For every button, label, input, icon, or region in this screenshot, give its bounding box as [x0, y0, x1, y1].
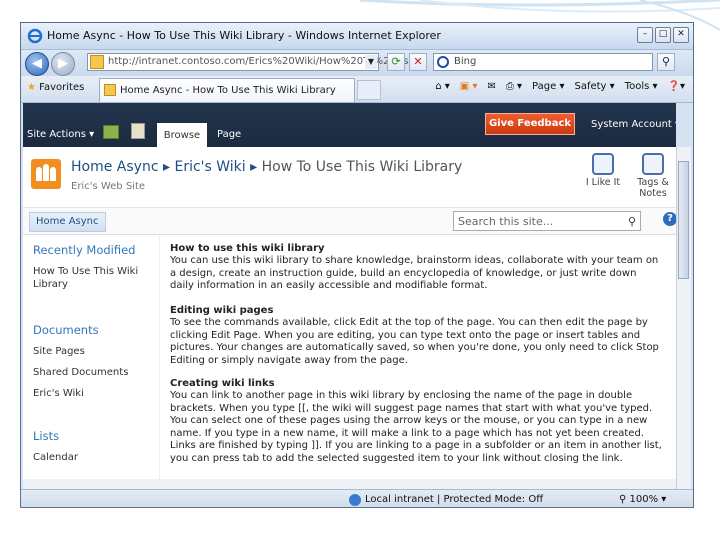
address-text: http://intranet.contoso.com/Erics%20Wiki…	[108, 56, 409, 67]
wiki-content: How to use this wiki library You can use…	[159, 235, 662, 489]
refresh-icon[interactable]: ⟳	[387, 53, 405, 71]
browser-tab[interactable]: Home Async - How To Use This Wiki Librar…	[99, 78, 355, 102]
top-navigation: Home Async Search this site... ⚲ ?	[23, 208, 676, 235]
favorites-label: Favorites	[39, 82, 85, 93]
section-heading-editing: Editing wiki pages	[170, 305, 274, 316]
address-row: ◀ ▶ http://intranet.contoso.com/Erics%20…	[21, 50, 693, 76]
minimize-button[interactable]: –	[637, 27, 653, 43]
nav-shared-documents[interactable]: Shared Documents	[33, 366, 157, 379]
tools-menu-label: Tools	[624, 81, 650, 92]
give-feedback-button[interactable]: Give Feedback	[485, 113, 575, 135]
tag-icon	[642, 153, 664, 175]
security-zone: Local intranet | Protected Mode: Off	[365, 494, 544, 505]
thumbs-up-icon	[592, 153, 614, 175]
recently-modified-heading[interactable]: Recently Modified	[33, 243, 135, 257]
favorites-button[interactable]: ★ Favorites	[27, 82, 84, 93]
navigate-up-icon[interactable]	[103, 125, 119, 139]
title-bar: Home Async - How To Use This Wiki Librar…	[21, 23, 693, 50]
browser-window: Home Async - How To Use This Wiki Librar…	[20, 22, 694, 508]
new-tab-button[interactable]	[357, 80, 381, 100]
search-icon[interactable]: ⚲	[628, 215, 636, 228]
search-go-icon[interactable]: ⚲	[657, 53, 675, 71]
vertical-scrollbar[interactable]	[676, 147, 691, 491]
nav-site-pages[interactable]: Site Pages	[33, 345, 157, 358]
safety-menu[interactable]: Safety ▾	[574, 81, 614, 92]
zoom-level[interactable]: ⚲ 100% ▾	[619, 494, 666, 505]
home-icon[interactable]: ⌂ ▾	[435, 81, 450, 92]
tools-menu[interactable]: Tools ▾	[625, 81, 658, 92]
site-search-placeholder: Search this site...	[458, 215, 554, 228]
browser-search-placeholder: Bing	[454, 56, 477, 67]
bing-icon	[437, 56, 449, 68]
nav-calendar[interactable]: Calendar	[33, 451, 157, 464]
site-search-input[interactable]: Search this site... ⚲	[453, 211, 641, 231]
crumb-home[interactable]: Home Async	[71, 159, 159, 175]
crumb-separator-icon: ▸	[250, 159, 262, 175]
paragraph-creating-links: You can link to another page in this wik…	[170, 390, 662, 464]
title-area: Home Async ▸ Eric's Wiki ▸ How To Use Th…	[23, 147, 676, 208]
tab-home-async[interactable]: Home Async	[29, 212, 106, 232]
tab-title: Home Async - How To Use This Wiki Librar…	[120, 85, 336, 96]
scrollbar-thumb[interactable]	[678, 161, 689, 279]
close-button[interactable]: ✕	[673, 27, 689, 43]
site-actions-label: Site Actions	[27, 129, 86, 140]
page-icon	[90, 55, 104, 69]
status-bar: Local intranet | Protected Mode: Off ⚲ 1…	[21, 489, 693, 507]
mail-icon[interactable]: ✉	[487, 81, 495, 92]
section-heading-how-to-use: How to use this wiki library	[170, 243, 325, 254]
like-label: I Like It	[585, 177, 621, 188]
sharepoint-page: Site Actions ▾ Browse Page Give Feedback…	[23, 103, 676, 489]
safety-menu-label: Safety	[574, 81, 607, 92]
page-menu[interactable]: Page ▾	[532, 81, 564, 92]
tab-browse[interactable]: Browse	[157, 123, 207, 147]
documents-heading[interactable]: Documents	[33, 323, 99, 337]
page-menu-label: Page	[532, 81, 557, 92]
help-icon[interactable]: ?	[663, 212, 676, 226]
notes-label: Notes	[639, 188, 667, 199]
back-button[interactable]: ◀	[25, 52, 49, 76]
star-icon: ★	[27, 82, 36, 93]
site-subtitle: Eric's Web Site	[71, 181, 146, 192]
paragraph-editing: To see the commands available, click Edi…	[170, 317, 659, 366]
forward-button[interactable]: ▶	[51, 52, 75, 76]
address-bar[interactable]: http://intranet.contoso.com/Erics%20Wiki…	[87, 53, 408, 71]
i-like-it-button[interactable]: I Like It	[583, 153, 623, 188]
help-icon[interactable]: ❓▾	[668, 81, 685, 92]
address-dropdown-icon[interactable]: ▼	[365, 55, 377, 69]
internet-explorer-icon	[27, 28, 43, 44]
crumb-separator-icon: ▸	[162, 159, 175, 175]
account-label: System Account	[591, 119, 672, 130]
window-title: Home Async - How To Use This Wiki Librar…	[47, 29, 441, 42]
favorites-row: ★ Favorites Home Async - How To Use This…	[21, 76, 693, 103]
window-controls: – □ ✕	[637, 27, 689, 43]
paragraph-how-to-use: You can use this wiki library to share k…	[170, 255, 659, 291]
site-logo-icon	[31, 159, 61, 189]
stop-icon[interactable]: ✕	[409, 53, 427, 71]
ribbon: Site Actions ▾ Browse Page Give Feedback…	[23, 103, 676, 147]
feeds-icon[interactable]: ▣ ▾	[460, 81, 478, 92]
edit-page-icon[interactable]	[131, 123, 145, 139]
globe-icon	[349, 494, 361, 506]
tags-notes-button[interactable]: Tags & Notes	[629, 153, 676, 199]
crumb-wiki[interactable]: Eric's Wiki	[174, 159, 245, 175]
quick-launch: Recently Modified How To Use This Wiki L…	[23, 235, 159, 489]
lists-heading[interactable]: Lists	[33, 429, 59, 443]
crumb-current: How To Use This Wiki Library	[261, 159, 463, 175]
tab-page-icon	[104, 84, 116, 96]
section-heading-creating-links: Creating wiki links	[170, 378, 275, 389]
browser-search-box[interactable]: Bing	[433, 53, 653, 71]
tags-label: Tags &	[637, 177, 669, 188]
print-icon[interactable]: ⎙ ▾	[506, 81, 522, 92]
horizontal-scrollbar[interactable]	[23, 479, 676, 489]
account-menu[interactable]: System Account ▾	[591, 119, 676, 130]
site-actions-menu[interactable]: Site Actions ▾	[27, 129, 94, 140]
recent-item[interactable]: How To Use This Wiki Library	[33, 265, 157, 291]
zoom-value: 100%	[629, 494, 659, 505]
command-bar: ⌂ ▾ ▣ ▾ ✉ ⎙ ▾ Page ▾ Safety ▾ Tools ▾ ❓▾	[435, 81, 685, 92]
maximize-button[interactable]: □	[655, 27, 671, 43]
breadcrumb: Home Async ▸ Eric's Wiki ▸ How To Use Th…	[71, 159, 462, 175]
tab-page[interactable]: Page	[217, 129, 241, 140]
nav-erics-wiki[interactable]: Eric's Wiki	[33, 387, 157, 400]
